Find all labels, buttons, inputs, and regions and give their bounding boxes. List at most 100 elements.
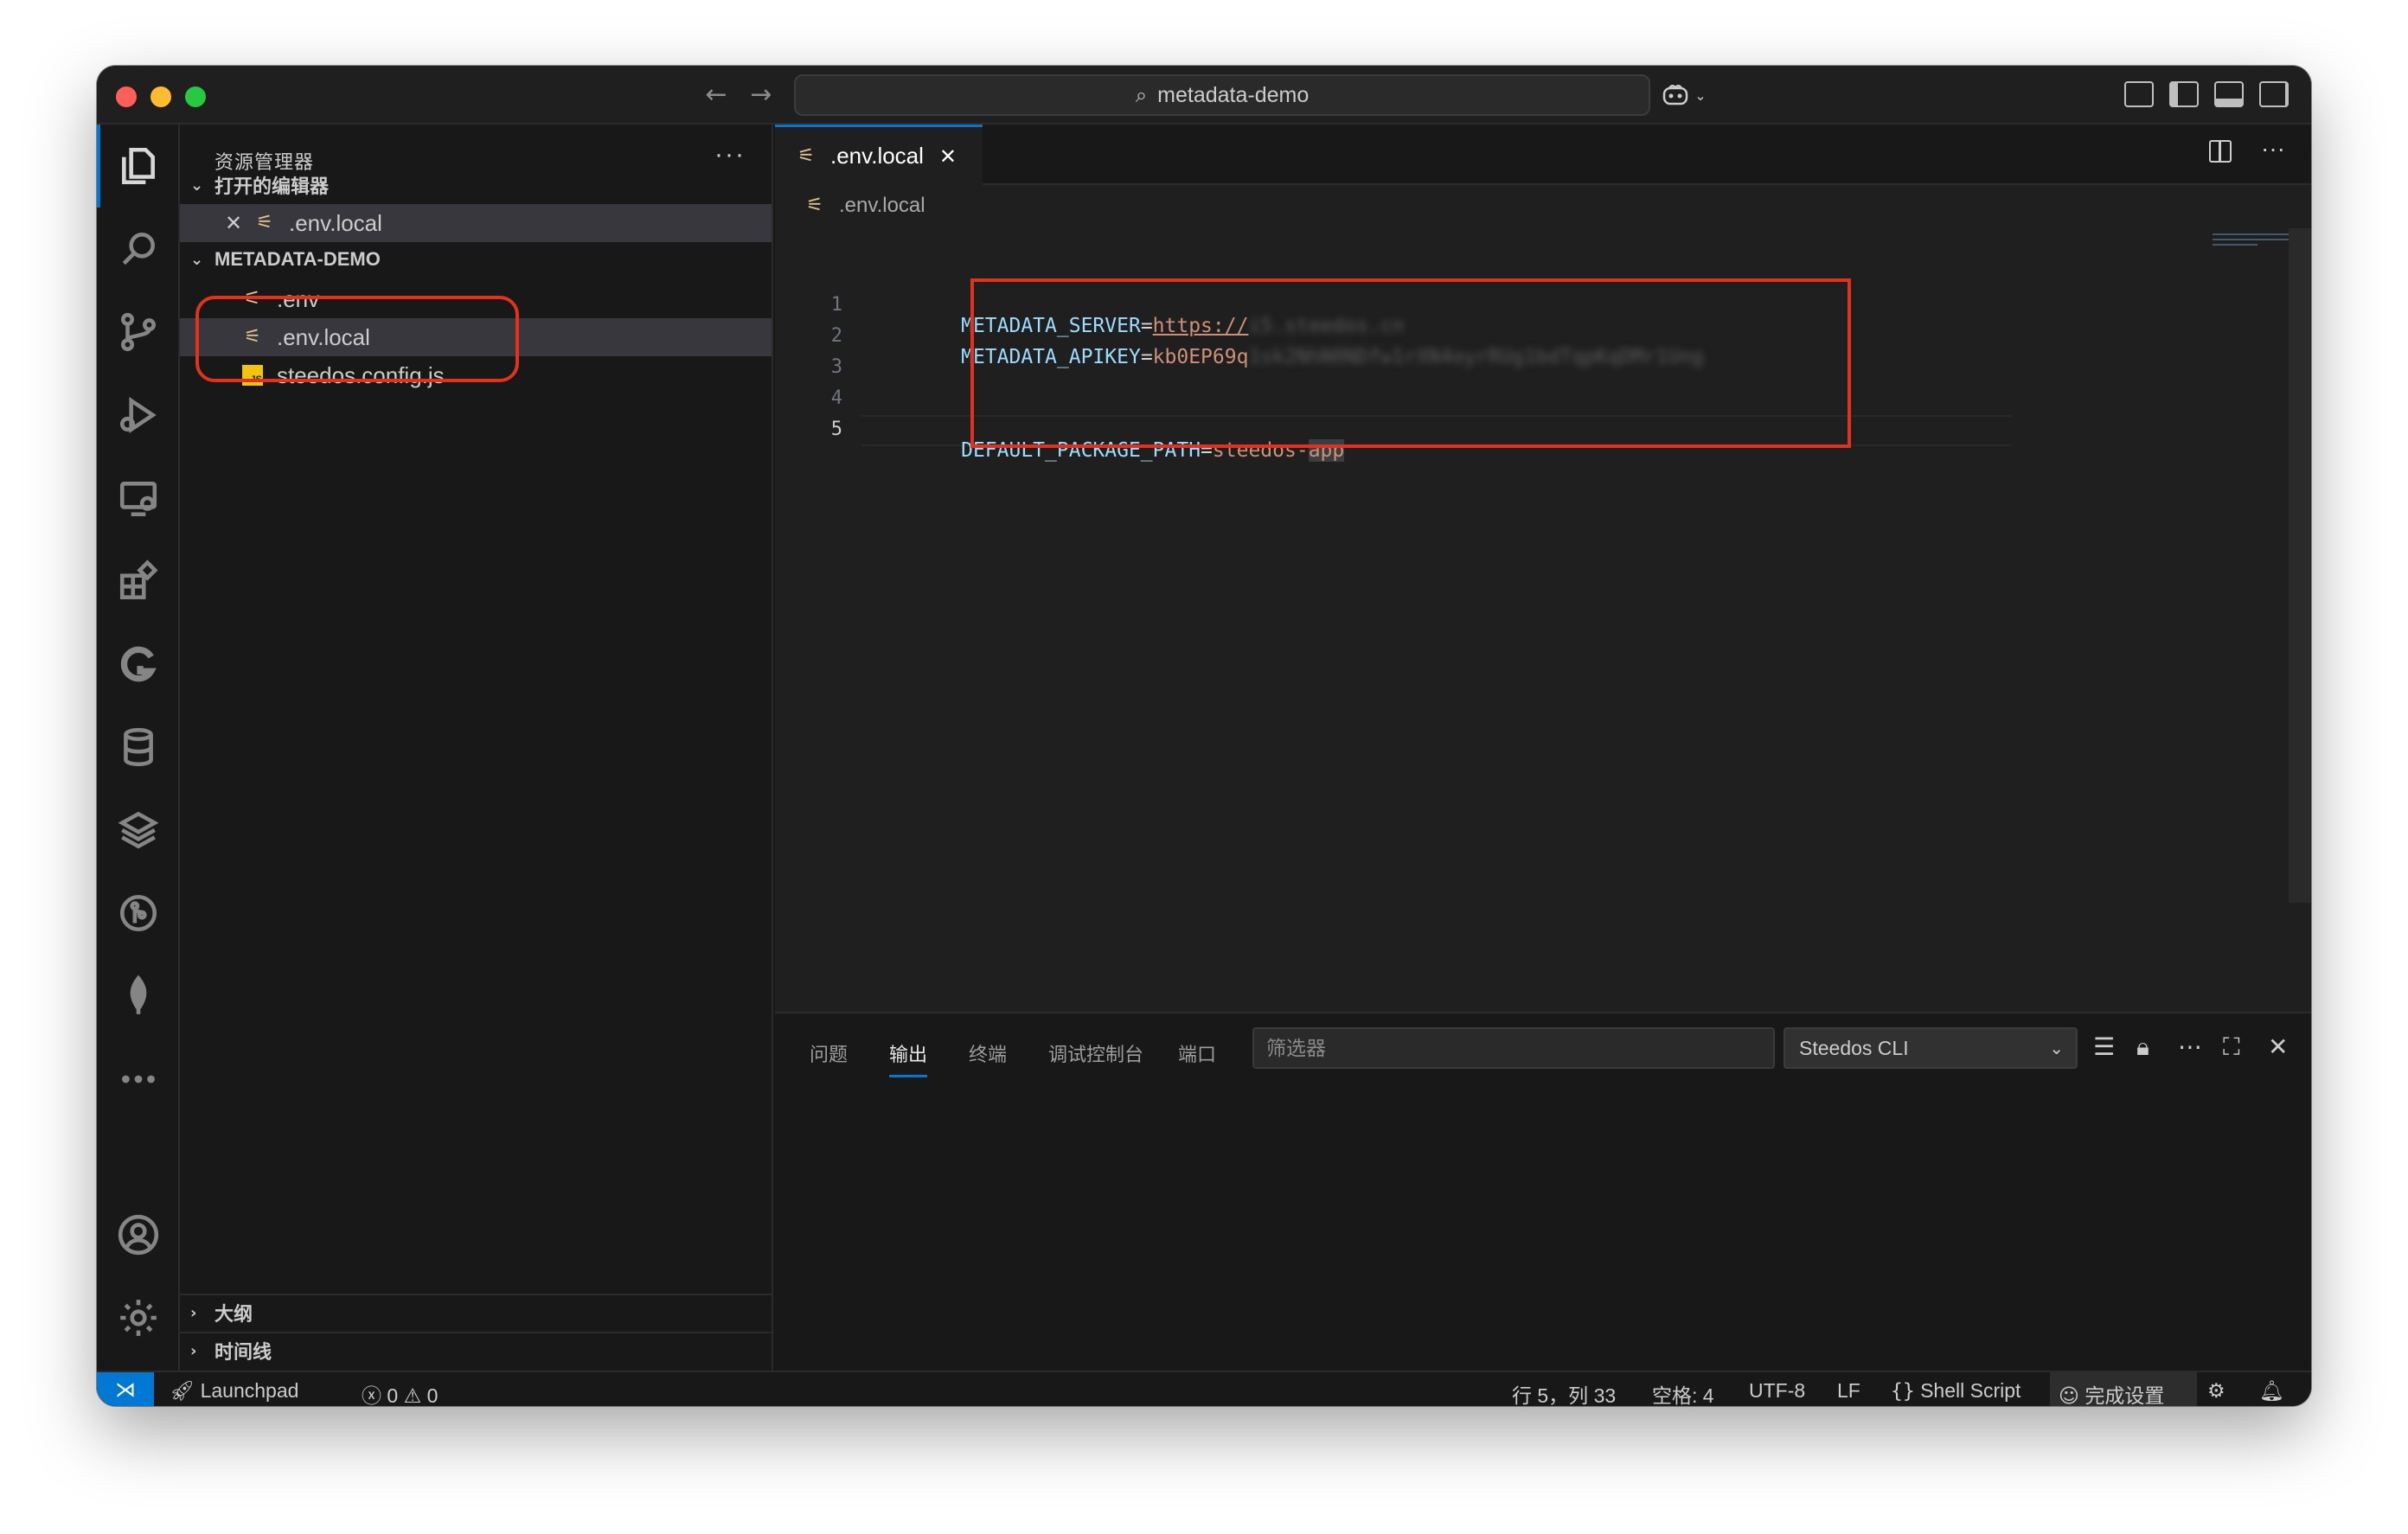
close-panel-icon[interactable]: ✕ [2268, 1032, 2288, 1061]
copilot-icon: ☺ [2059, 1385, 2079, 1406]
editor-tab-bar: ⚟ .env.local ✕ ··· [775, 125, 2311, 185]
rocket-icon: 🚀︎ [170, 1380, 195, 1403]
remote-explorer-icon[interactable] [97, 457, 180, 540]
close-icon[interactable]: ✕ [225, 211, 253, 235]
output-filter-input[interactable]: 筛选器 [1252, 1027, 1775, 1069]
copilot-icon [1663, 85, 1688, 105]
env-file-icon: ⚟ [797, 144, 815, 167]
open-editor-item[interactable]: ✕ ⚟ .env.local [180, 204, 772, 242]
finish-setup-label: 完成设置 [2085, 1384, 2165, 1406]
split-editor-icon[interactable] [2209, 140, 2232, 163]
chevron-down-icon: ⌄ [2049, 1038, 2064, 1058]
language-label: Shell Script [1920, 1379, 2021, 1402]
git-graph-icon[interactable] [97, 872, 180, 955]
source-control-icon[interactable] [97, 291, 180, 374]
tab-output[interactable]: 输出 [889, 1039, 928, 1077]
indentation[interactable]: 空格: 4 [1652, 1379, 1714, 1406]
line-number: 3 [830, 356, 842, 378]
more-views-icon[interactable] [97, 1038, 180, 1121]
error-count: 0 [387, 1384, 399, 1406]
chevron-right-icon: › [190, 1303, 197, 1322]
tab-ports[interactable]: 端口 [1178, 1039, 1216, 1067]
panel-more-actions-icon[interactable]: ⋯ [2178, 1032, 2202, 1061]
output-channel-select[interactable]: Steedos CLI ⌄ [1784, 1027, 2078, 1069]
command-center-search[interactable]: ⌕ metadata-demo [794, 74, 1650, 116]
command-center-label: metadata-demo [1157, 82, 1310, 107]
problems-item[interactable]: ⓧ 0 ⚠ 0 [362, 1379, 438, 1406]
env-file-icon: ⚟ [256, 212, 273, 233]
close-window-button[interactable] [116, 86, 137, 107]
copilot-status-icon[interactable]: ⚙ [2207, 1379, 2225, 1403]
error-icon: ⓧ [362, 1385, 381, 1406]
timeline-section-header[interactable]: › 时间线 [180, 1333, 772, 1368]
breadcrumb[interactable]: ⚟ .env.local [803, 194, 925, 218]
database-icon[interactable] [97, 706, 180, 789]
chevron-right-icon: › [190, 1341, 197, 1360]
clear-output-icon[interactable]: ☰ [2093, 1032, 2115, 1061]
extensions-icon[interactable] [97, 540, 180, 623]
annotation-highlight-box [195, 296, 519, 382]
bottom-panel: 问题 输出 终端 调试控制台 端口 筛选器 Steedos CLI ⌄ ☰ 🔒︎… [775, 1012, 2311, 1371]
forward-arrow-icon[interactable]: → [744, 78, 778, 112]
language-mode[interactable]: {} Shell Script [1891, 1379, 2021, 1403]
layers-icon[interactable] [97, 789, 180, 872]
mongodb-leaf-icon[interactable] [97, 955, 180, 1038]
tab-terminal[interactable]: 终端 [969, 1039, 1007, 1067]
end-of-line[interactable]: LF [1837, 1379, 1860, 1403]
line-number: 2 [830, 325, 842, 347]
notifications-bell-icon[interactable]: 🔔︎ [2259, 1379, 2284, 1403]
project-section-header[interactable]: ⌄ METADATA-DEMO [180, 242, 772, 277]
output-channel-label: Steedos CLI [1799, 1037, 1909, 1059]
encoding[interactable]: UTF-8 [1749, 1379, 1805, 1403]
annotation-highlight-box [970, 278, 1851, 448]
toggle-panel-icon[interactable] [2214, 81, 2244, 107]
manage-gear-icon[interactable] [97, 1276, 180, 1359]
finish-setup-item[interactable]: ☺ 完成设置 [2059, 1379, 2164, 1406]
open-editors-section-header[interactable]: ⌄ 打开的编辑器 [180, 168, 772, 202]
customize-layout-icon[interactable] [2124, 81, 2154, 107]
run-debug-icon[interactable] [97, 374, 180, 457]
outline-label: 大纲 [215, 1303, 253, 1325]
editor-scrollbar[interactable] [2289, 228, 2311, 903]
warning-count: 0 [426, 1384, 439, 1406]
editor-more-actions-button[interactable]: ··· [2261, 137, 2285, 163]
search-icon[interactable] [97, 208, 180, 291]
toggle-primary-sidebar-icon[interactable] [2169, 81, 2199, 107]
line-number: 1 [830, 294, 842, 316]
status-bar: ⋊ 🚀︎ Launchpad ⓧ 0 ⚠ 0 行 5，列 33 空格: 4 UT… [97, 1371, 2311, 1406]
tab-env-local[interactable]: ⚟ .env.local ✕ [775, 125, 983, 185]
tab-problems[interactable]: 问题 [810, 1039, 848, 1067]
open-editors-label: 打开的编辑器 [215, 176, 330, 197]
timeline-label: 时间线 [215, 1341, 272, 1363]
remote-indicator-icon[interactable]: ⋊ [97, 1372, 154, 1406]
cursor-position[interactable]: 行 5，列 33 [1512, 1379, 1616, 1406]
env-file-icon: ⚟ [806, 195, 823, 216]
copilot-menu-button[interactable]: ⌄ [1654, 76, 1714, 114]
lock-scroll-icon[interactable]: 🔒︎ [2136, 1032, 2149, 1062]
outline-section-header[interactable]: › 大纲 [180, 1295, 772, 1330]
vscode-window: ← → ⌕ metadata-demo ⌄ 资源管理器 ··· ⌄ 打开的编辑器… [97, 66, 2311, 1406]
accounts-icon[interactable] [97, 1193, 180, 1276]
chevron-down-icon: ⌄ [190, 176, 204, 195]
back-arrow-icon[interactable]: ← [699, 78, 733, 112]
gitkraken-icon[interactable] [97, 623, 180, 706]
launchpad-item[interactable]: 🚀︎ Launchpad [170, 1379, 298, 1403]
sidebar-more-actions-button[interactable]: ··· [714, 140, 746, 169]
activity-bar [97, 125, 180, 1371]
search-icon: ⌕ [1135, 83, 1148, 107]
maximize-window-button[interactable] [185, 86, 206, 107]
toggle-secondary-sidebar-icon[interactable] [2259, 81, 2289, 107]
project-label: METADATA-DEMO [215, 248, 381, 270]
warning-icon: ⚠ [403, 1385, 422, 1406]
title-bar: ← → ⌕ metadata-demo ⌄ [97, 66, 2311, 125]
chevron-down-icon: ⌄ [190, 250, 204, 269]
maximize-panel-icon[interactable]: ⛶ [2223, 1032, 2240, 1062]
explorer-sidebar: 资源管理器 ··· ⌄ 打开的编辑器 ✕ ⚟ .env.local ⌄ META… [180, 125, 773, 1371]
line-number: 5 [830, 419, 842, 440]
close-icon[interactable]: ✕ [939, 144, 967, 169]
open-editor-label: .env.local [289, 209, 382, 236]
explorer-icon[interactable] [97, 125, 180, 208]
tab-debug-console[interactable]: 调试控制台 [1048, 1039, 1143, 1067]
minimize-window-button[interactable] [150, 86, 171, 107]
braces-icon: {} [1891, 1380, 1915, 1403]
